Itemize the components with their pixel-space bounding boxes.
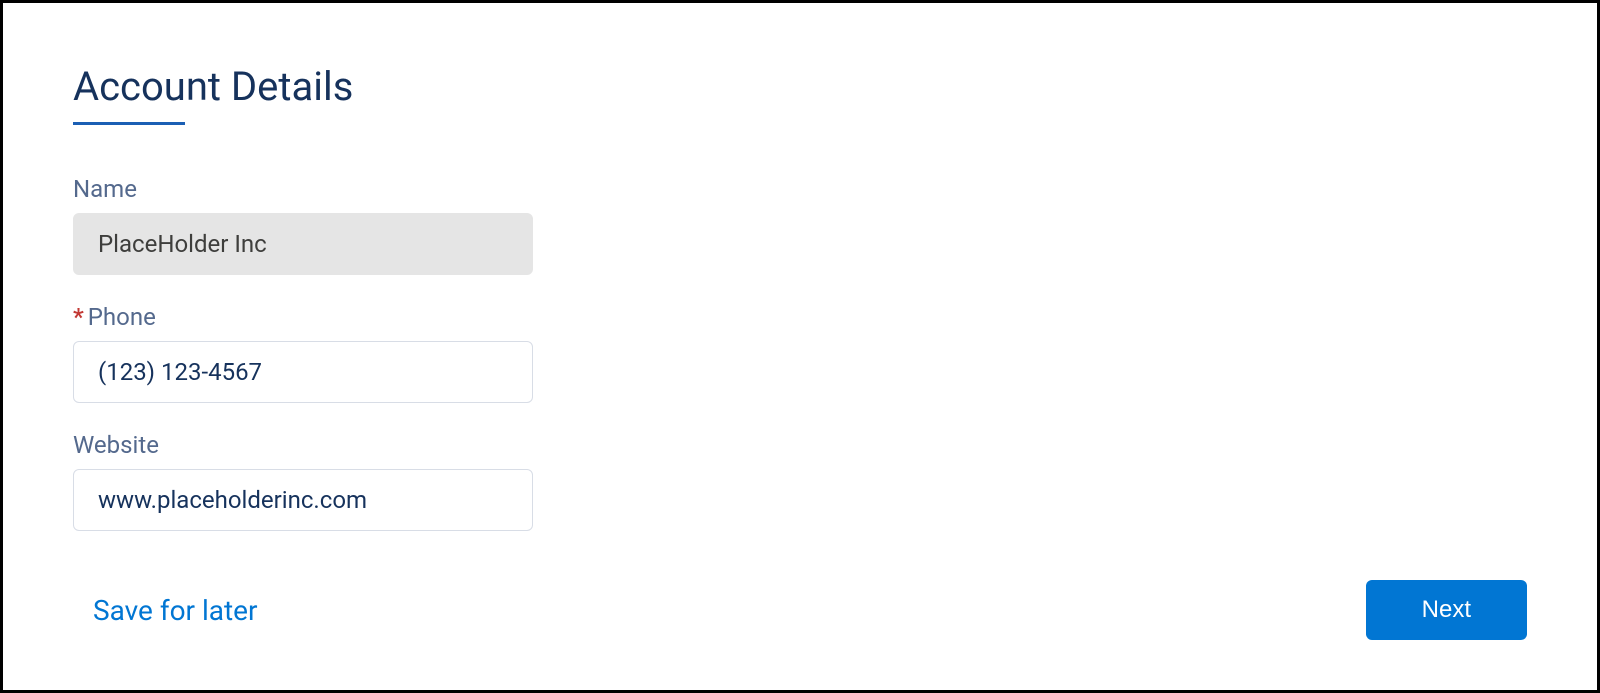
phone-label: *Phone xyxy=(73,303,1527,331)
form-container: Account Details Name *Phone Website Save… xyxy=(0,0,1600,693)
phone-input[interactable] xyxy=(73,341,533,403)
form-footer: Save for later Next xyxy=(73,580,1527,640)
next-button[interactable]: Next xyxy=(1366,580,1527,640)
title-underline xyxy=(73,122,185,125)
phone-field-group: *Phone xyxy=(73,303,1527,403)
website-input[interactable] xyxy=(73,469,533,531)
name-field-group: Name xyxy=(73,175,1527,275)
website-field-group: Website xyxy=(73,431,1527,531)
save-for-later-link[interactable]: Save for later xyxy=(73,594,258,627)
required-asterisk-icon: * xyxy=(73,303,84,331)
page-title: Account Details xyxy=(73,63,1527,110)
website-label: Website xyxy=(73,431,1527,459)
name-label: Name xyxy=(73,175,1527,203)
name-input xyxy=(73,213,533,275)
phone-label-text: Phone xyxy=(88,303,156,331)
